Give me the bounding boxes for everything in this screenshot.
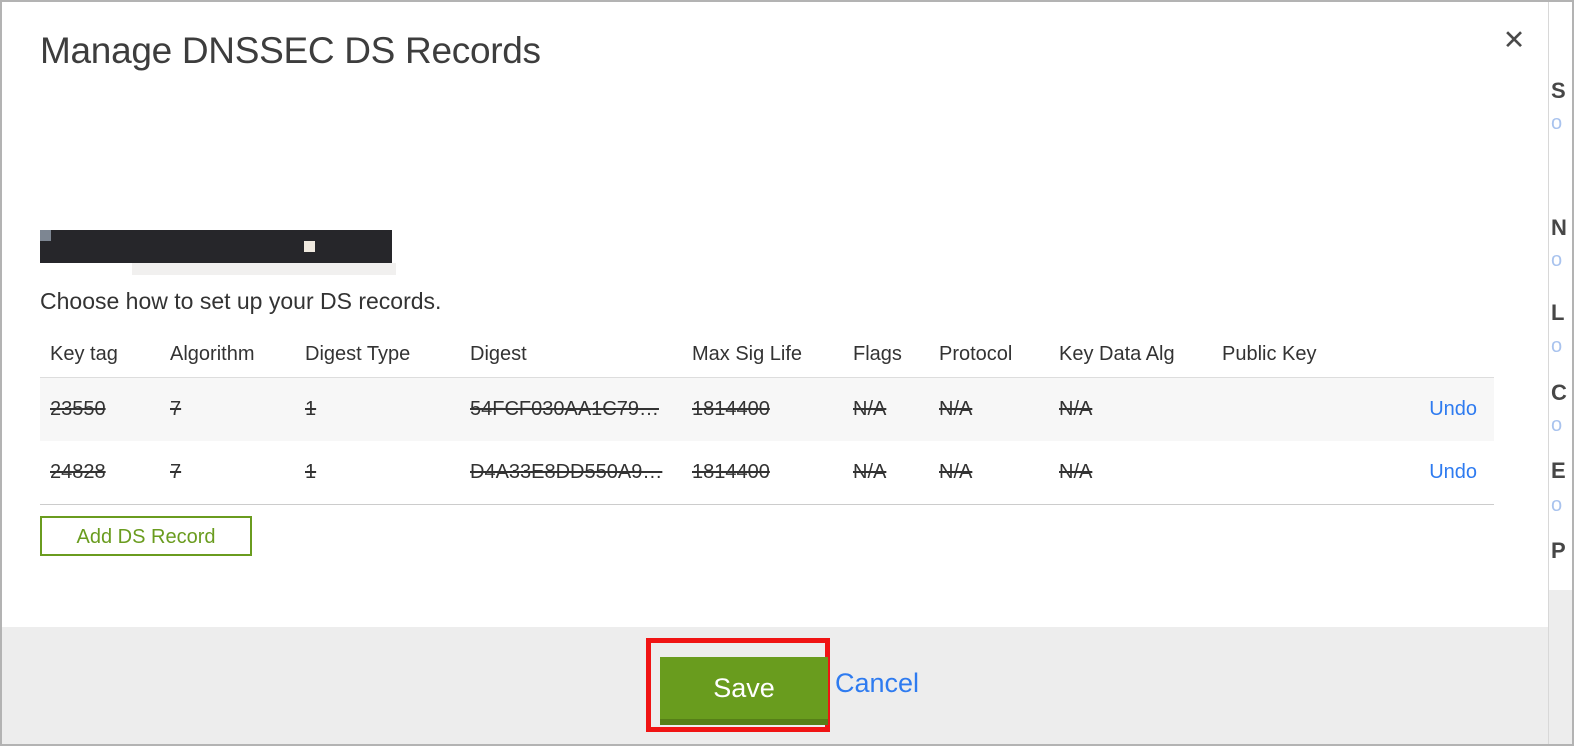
close-icon[interactable]: ✕	[1496, 22, 1532, 58]
cell-flags: N/A	[853, 461, 887, 483]
column-header-digest-type: Digest Type	[305, 343, 411, 365]
background-text-fragment: E	[1551, 458, 1566, 483]
undo-link[interactable]: Undo	[1429, 461, 1477, 483]
background-text-fragment: P	[1551, 538, 1566, 563]
subtitle-text: Choose how to set up your DS records.	[40, 288, 442, 314]
save-button[interactable]: Save	[660, 657, 828, 725]
column-header-public-key: Public Key	[1222, 343, 1317, 365]
column-header-key-tag: Key tag	[50, 343, 118, 365]
cell-algorithm: 7	[170, 398, 182, 420]
cell-digest-type: 1	[305, 398, 317, 420]
ds-records-table: Key tag Algorithm Digest Type Digest Max…	[40, 332, 1494, 505]
background-text-fragment: C	[1551, 380, 1567, 405]
background-text-fragment: o	[1551, 112, 1563, 134]
background-text-fragment: o	[1551, 249, 1563, 271]
column-header-digest: Digest	[470, 343, 527, 365]
cell-public-key	[1222, 378, 1372, 441]
undo-link[interactable]: Undo	[1429, 398, 1477, 420]
table-row: 23550 7 1 54FCF030AA1C79… 1814400 N/A N/…	[40, 378, 1494, 441]
cancel-link[interactable]: Cancel	[835, 668, 919, 699]
column-header-flags: Flags	[853, 343, 902, 365]
cell-algorithm: 7	[170, 461, 182, 483]
background-page-edge: SoNoLoCoEoP	[1548, 2, 1572, 744]
background-text-fragment: S	[1551, 78, 1566, 103]
cell-digest: D4A33E8DD550A9…	[470, 461, 663, 483]
cell-public-key	[1222, 441, 1372, 504]
cell-key-data-alg: N/A	[1059, 461, 1093, 483]
cell-key-tag: 23550	[50, 398, 106, 420]
column-header-algorithm: Algorithm	[170, 343, 255, 365]
screenshot-root: Manage DNSSEC DS Records ✕ Choose how to…	[0, 0, 1574, 746]
column-header-actions	[1372, 332, 1494, 377]
background-page-footer-edge	[1549, 590, 1572, 744]
cell-protocol: N/A	[939, 461, 973, 483]
table-row: 24828 7 1 D4A33E8DD550A9… 1814400 N/A N/…	[40, 441, 1494, 505]
censored-domain-name	[40, 230, 392, 263]
background-text-fragment: o	[1551, 494, 1563, 516]
column-header-max-sig-life: Max Sig Life	[692, 343, 803, 365]
page-title: Manage DNSSEC DS Records	[40, 30, 541, 71]
background-text-fragment: o	[1551, 414, 1563, 436]
annotation-rectangle: Save	[646, 638, 830, 732]
cell-digest-type: 1	[305, 461, 317, 483]
cell-flags: N/A	[853, 398, 887, 420]
column-header-protocol: Protocol	[939, 343, 1013, 365]
add-ds-record-button[interactable]: Add DS Record	[40, 516, 252, 556]
background-text-fragment: o	[1551, 335, 1563, 357]
cell-max-sig-life: 1814400	[692, 461, 770, 483]
cell-key-data-alg: N/A	[1059, 398, 1093, 420]
manage-dnssec-modal: Manage DNSSEC DS Records ✕ Choose how to…	[2, 2, 1548, 744]
background-text-fragment: N	[1551, 215, 1567, 240]
cell-digest: 54FCF030AA1C79…	[470, 398, 659, 420]
cell-protocol: N/A	[939, 398, 973, 420]
modal-footer: Save Cancel	[2, 627, 1548, 744]
column-header-key-data-alg: Key Data Alg	[1059, 343, 1175, 365]
cell-key-tag: 24828	[50, 461, 106, 483]
table-header-row: Key tag Algorithm Digest Type Digest Max…	[40, 332, 1494, 378]
background-text-fragment: L	[1551, 300, 1565, 325]
censored-domain-shadow	[132, 263, 396, 275]
cell-max-sig-life: 1814400	[692, 398, 770, 420]
